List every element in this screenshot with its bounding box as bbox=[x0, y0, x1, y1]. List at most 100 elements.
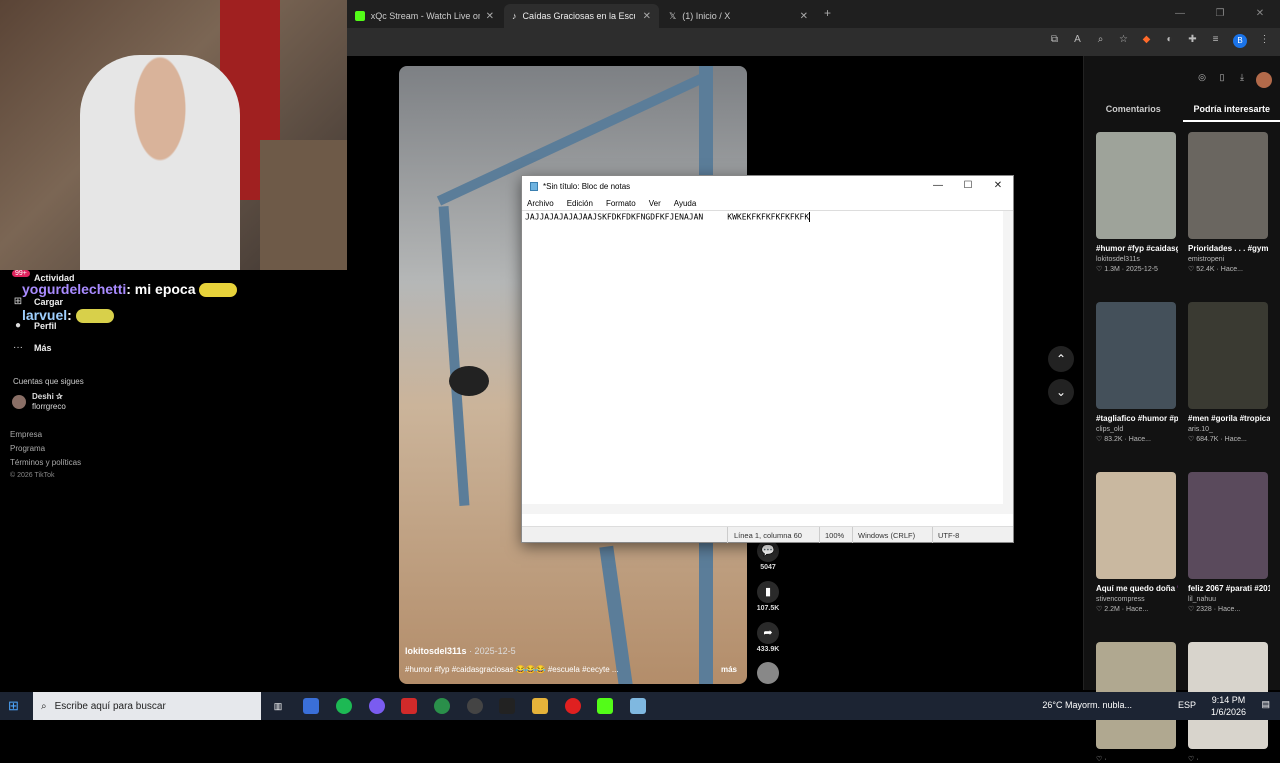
brave-extension-icon[interactable]: ◆ bbox=[1141, 34, 1152, 45]
menu-ver[interactable]: Ver bbox=[649, 199, 661, 208]
file-explorer-icon[interactable] bbox=[532, 698, 548, 714]
sidebar-item-mas[interactable]: Más bbox=[34, 343, 52, 353]
cast-icon[interactable]: ⧉ bbox=[1049, 34, 1060, 45]
app-icon[interactable] bbox=[467, 698, 483, 714]
tiktok-icon: ♪ bbox=[512, 11, 517, 21]
coin-icon[interactable]: ◎ bbox=[1196, 72, 1208, 84]
sidebar-item-cargar[interactable]: Cargar bbox=[34, 297, 63, 307]
phone-icon[interactable]: ▯ bbox=[1216, 72, 1228, 84]
maximize-icon[interactable]: ☐ bbox=[953, 176, 983, 196]
more-icon[interactable]: ··· bbox=[12, 342, 24, 354]
footer-link-terminos[interactable]: Términos y políticas bbox=[10, 458, 81, 467]
video-card[interactable]: #men #gorila #tropical #🦍🎵aris.10_♡ 684.… bbox=[1188, 302, 1270, 443]
sidebar-item-actividad[interactable]: Actividad bbox=[34, 273, 75, 283]
taskbar: ⊞ ⌕ Escribe aquí para buscar ▥ 26°C Mayo… bbox=[0, 692, 1280, 720]
kick-icon bbox=[355, 11, 365, 21]
card-meta: ♡ 83.2K · Hace... bbox=[1096, 435, 1178, 443]
weather[interactable]: 26°C Mayorm. nubla... bbox=[1042, 700, 1132, 710]
puzzle-icon[interactable]: ✚ bbox=[1187, 34, 1198, 45]
video-card[interactable]: #humor #fyp #caidasgraciosa...lokitosdel… bbox=[1096, 132, 1178, 273]
copilot-icon[interactable] bbox=[303, 698, 319, 714]
new-tab-button[interactable]: + bbox=[824, 6, 831, 20]
sidebar-item-perfil[interactable]: Perfil bbox=[34, 321, 57, 331]
profile-icon[interactable]: ● bbox=[12, 320, 24, 332]
window-title: *Sin título: Bloc de notas bbox=[543, 182, 630, 191]
tab-comentarios[interactable]: Comentarios bbox=[1084, 104, 1183, 122]
emote bbox=[76, 309, 114, 323]
heart-icon: ♡ bbox=[1188, 606, 1196, 613]
video-caption: #humor #fyp #caidasgraciosas 😂😂😂 #escuel… bbox=[405, 665, 705, 674]
footer-link-empresa[interactable]: Empresa bbox=[10, 430, 42, 439]
chrome-icon[interactable] bbox=[434, 698, 450, 714]
menu-kebab-icon[interactable]: ⋮ bbox=[1259, 34, 1270, 45]
kick-icon[interactable] bbox=[597, 698, 613, 714]
maximize-icon[interactable]: ❐ bbox=[1200, 0, 1240, 28]
card-user: stivencompress bbox=[1096, 596, 1178, 603]
windows-start-icon[interactable]: ⊞ bbox=[8, 699, 22, 713]
bed bbox=[260, 140, 347, 270]
music-disc[interactable] bbox=[756, 662, 780, 684]
obs-icon[interactable] bbox=[369, 698, 385, 714]
tab-xqc[interactable]: xQc Stream - Watch Live on Ki ✕ bbox=[347, 4, 502, 28]
clock[interactable]: 9:14 PM 1/6/2026 bbox=[1211, 694, 1246, 718]
following-account[interactable]: Deshi ✰ florrgreco bbox=[12, 392, 66, 412]
heart-icon: ♡ bbox=[1188, 756, 1196, 763]
menu-formato[interactable]: Formato bbox=[606, 199, 636, 208]
notepad-icon[interactable] bbox=[630, 698, 646, 714]
tiktok-app-icon[interactable] bbox=[499, 698, 515, 714]
vertical-scrollbar[interactable] bbox=[1003, 211, 1013, 514]
footer-link-programa[interactable]: Programa bbox=[10, 444, 45, 453]
task-view-icon[interactable]: ▥ bbox=[270, 698, 286, 714]
video-card[interactable]: #tagliafico #humor #parati...clips_old♡ … bbox=[1096, 302, 1178, 443]
tab-x[interactable]: 𝕏 (1) Inicio / X ✕ bbox=[661, 4, 816, 28]
bookmark-star-icon[interactable]: ☆ bbox=[1118, 34, 1129, 45]
encoding: UTF-8 bbox=[938, 531, 959, 540]
translate-icon[interactable]: A bbox=[1072, 34, 1083, 45]
minimize-icon[interactable]: — bbox=[923, 176, 953, 196]
close-tab-icon[interactable]: ✕ bbox=[643, 11, 651, 22]
comment-button[interactable]: 💬 5047 bbox=[756, 540, 780, 571]
menu-archivo[interactable]: Archivo bbox=[527, 199, 554, 208]
save-button[interactable]: ▮ 107.5K bbox=[756, 581, 780, 612]
music-disc-icon bbox=[757, 662, 779, 684]
zoom-icon[interactable]: ⌕ bbox=[1095, 34, 1106, 45]
media-icon[interactable]: ≡ bbox=[1210, 34, 1221, 45]
spotify-icon[interactable] bbox=[336, 698, 352, 714]
share-button[interactable]: ➦ 433.9K bbox=[756, 622, 780, 653]
close-window-icon[interactable]: ✕ bbox=[1240, 0, 1280, 28]
card-user: aris.10_ bbox=[1188, 426, 1270, 433]
card-meta: ♡ 1.3M · 2025-12-5 bbox=[1096, 265, 1178, 273]
notifications-icon[interactable]: ▤ bbox=[1261, 699, 1270, 710]
opera-icon[interactable] bbox=[565, 698, 581, 714]
more-link[interactable]: más bbox=[721, 665, 737, 674]
cursor-position: Línea 1, columna 60 bbox=[734, 531, 802, 540]
profile-avatar[interactable]: B bbox=[1233, 34, 1247, 48]
upload-icon[interactable]: ⊞ bbox=[12, 296, 24, 308]
tab-strip: xQc Stream - Watch Live on Ki ✕ ♪ Caídas… bbox=[347, 0, 1280, 28]
text-area[interactable]: JAJJAJAJAJAJAAJSKFDKFDKFNGDFKFJENAJAN KW… bbox=[522, 210, 1013, 514]
close-tab-icon[interactable]: ✕ bbox=[800, 11, 808, 22]
tab-podria-interesarte[interactable]: Podría interesarte bbox=[1183, 104, 1280, 122]
download-icon[interactable]: ⤓ bbox=[1236, 72, 1248, 84]
close-tab-icon[interactable]: ✕ bbox=[486, 11, 494, 22]
menu-edicion[interactable]: Edición bbox=[567, 199, 593, 208]
notepad-window[interactable]: *Sin título: Bloc de notas — ☐ ✕ Archivo… bbox=[521, 175, 1014, 543]
close-icon[interactable]: ✕ bbox=[983, 176, 1013, 196]
menu-ayuda[interactable]: Ayuda bbox=[674, 199, 697, 208]
video-card[interactable]: Aquí me quedo doña 💜 #parati...stivencom… bbox=[1096, 472, 1178, 613]
app-icon[interactable] bbox=[401, 698, 417, 714]
user-avatar[interactable] bbox=[1256, 72, 1272, 88]
language[interactable]: ESP bbox=[1178, 700, 1196, 710]
horizontal-scrollbar[interactable] bbox=[522, 504, 1003, 514]
video-author[interactable]: lokitosdel311s bbox=[405, 646, 467, 656]
text-caret bbox=[809, 212, 810, 222]
card-user: lil_nahuu bbox=[1188, 596, 1270, 603]
previous-video-button[interactable]: ⌃ bbox=[1048, 346, 1074, 372]
video-card[interactable]: Prioridades . . . #gym #fitness...emistr… bbox=[1188, 132, 1270, 273]
video-card[interactable]: feliz 2067 #parati #2016 #nostalgi...lil… bbox=[1188, 472, 1270, 613]
minimize-icon[interactable]: — bbox=[1160, 0, 1200, 28]
extension-icon[interactable]: ◐ bbox=[1164, 34, 1175, 45]
tab-tiktok[interactable]: ♪ Caídas Graciosas en la Escuela ✕ bbox=[504, 4, 659, 28]
taskbar-search[interactable]: ⌕ Escribe aquí para buscar bbox=[33, 692, 261, 720]
next-video-button[interactable]: ⌄ bbox=[1048, 379, 1074, 405]
